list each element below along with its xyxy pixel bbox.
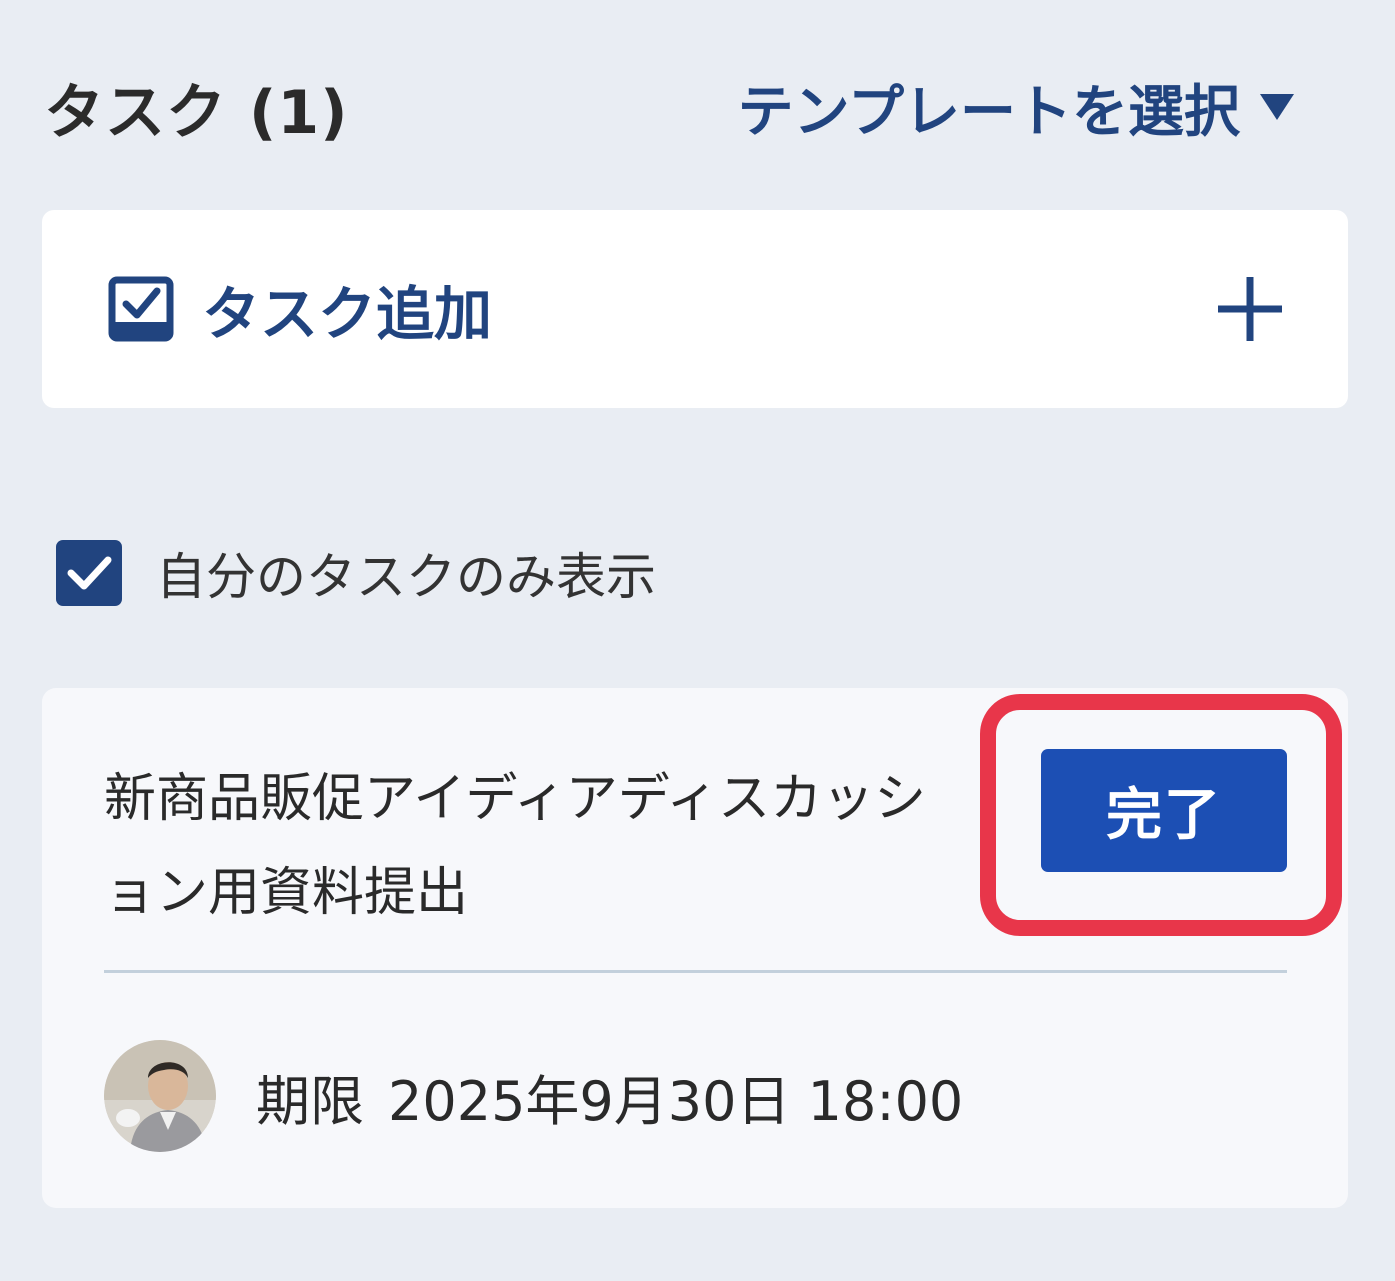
add-task-label: タスク追加 (202, 280, 493, 348)
my-tasks-filter: 自分のタスクのみ表示 (56, 537, 656, 609)
caret-down-icon (1260, 94, 1294, 120)
template-select-dropdown[interactable]: テンプレートを選択 (738, 67, 1294, 148)
plus-icon (1218, 277, 1282, 341)
checkbox-checked-icon (108, 276, 174, 342)
add-task-left: タスク追加 (108, 267, 492, 351)
section-title-label: タスク (44, 77, 227, 148)
due-label: 期限 (256, 1069, 364, 1133)
task-header: タスク (1) テンプレートを選択 (44, 62, 1294, 152)
my-tasks-checkbox[interactable] (56, 540, 122, 606)
user-avatar (104, 1040, 216, 1152)
task-footer: 期限 2025年9月30日 18:00 (104, 1040, 963, 1152)
divider (104, 970, 1287, 973)
avatar[interactable] (104, 1040, 216, 1152)
section-title: タスク (1) (44, 64, 349, 151)
complete-button[interactable]: 完了 (1041, 749, 1287, 872)
task-panel: タスク (1) テンプレートを選択 タスク追加 自分のタスクのみ表示 新商品販促… (0, 0, 1395, 1281)
task-count: (1) (249, 77, 349, 148)
due-date: 期限 2025年9月30日 18:00 (256, 1057, 963, 1136)
add-task-button[interactable]: タスク追加 (42, 210, 1348, 408)
checkmark-icon (67, 556, 112, 590)
task-card: 新商品販促アイディアディスカッション用資料提出 完了 期限 2025年9月30日… (42, 688, 1348, 1208)
template-select-label: テンプレートを選択 (737, 79, 1240, 145)
task-title[interactable]: 新商品販促アイディアディスカッション用資料提出 (104, 752, 964, 940)
my-tasks-label: 自分のタスクのみ表示 (156, 548, 656, 606)
due-value: 2025年9月30日 18:00 (388, 1069, 964, 1133)
